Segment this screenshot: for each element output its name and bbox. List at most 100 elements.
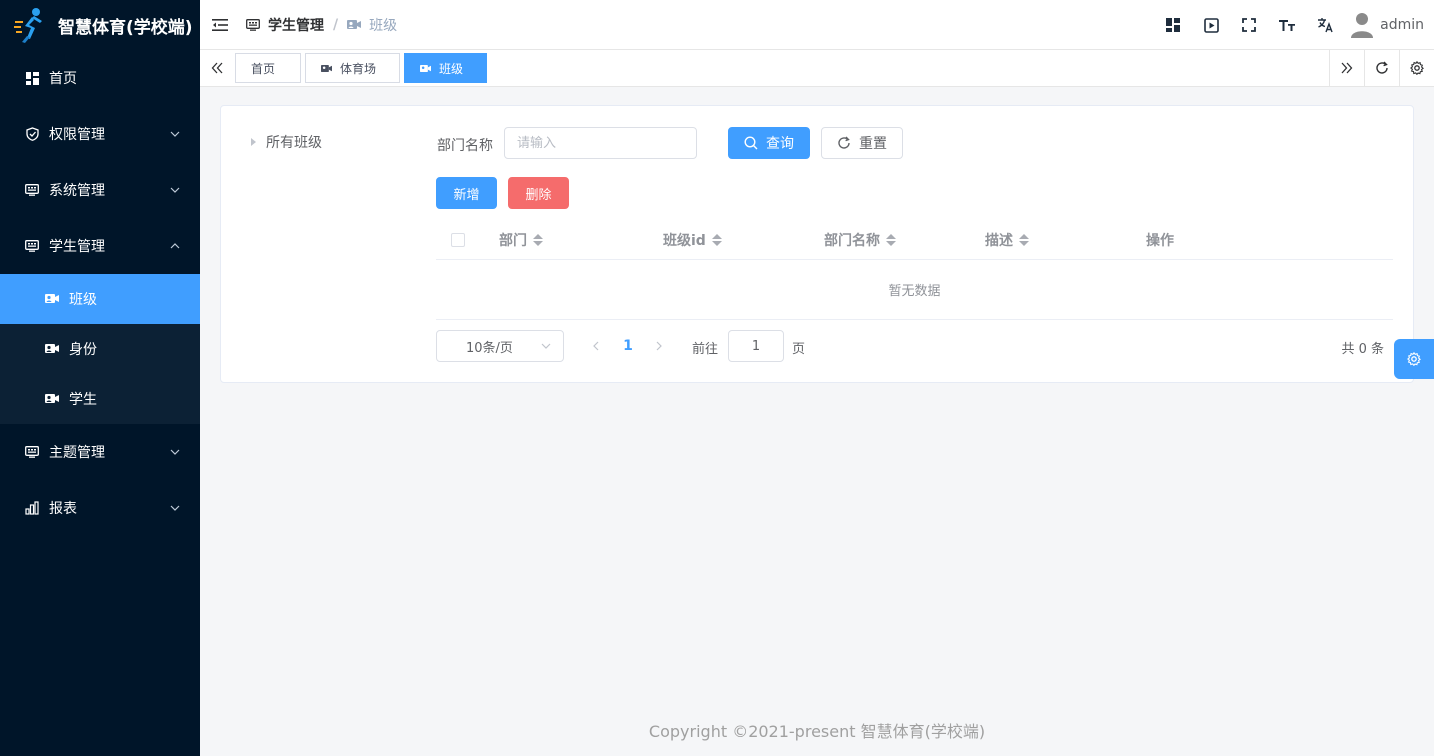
goto-suffix: 页	[792, 342, 806, 357]
sort-caret-icon[interactable]	[711, 233, 722, 247]
tag-class[interactable]: 班级	[404, 53, 487, 83]
page-number-current[interactable]: 1	[618, 330, 638, 362]
video-icon	[45, 393, 59, 405]
layout-icon[interactable]	[1154, 0, 1192, 50]
user-dropdown[interactable]: admin	[1350, 12, 1424, 38]
column-label: 部门名称	[824, 233, 880, 249]
goto-label: 前往	[692, 342, 719, 357]
sidebar-item-label: 身份	[69, 342, 97, 358]
table-empty-row: 暂无数据	[436, 260, 1393, 320]
video-icon	[420, 64, 431, 73]
sort-caret-icon[interactable]	[886, 233, 896, 247]
sidebar-item-label: 主题管理	[49, 445, 105, 461]
sidebar-item-students[interactable]: 学生管理	[0, 218, 200, 274]
logo[interactable]: 智慧体育(学校端)	[0, 0, 200, 50]
add-button[interactable]: 新增	[436, 177, 497, 209]
navbar: 学生管理 / 班级 admin	[200, 0, 1434, 50]
fullscreen-icon[interactable]	[1230, 0, 1268, 50]
column-label: 操作	[1146, 233, 1174, 249]
breadcrumb-separator: /	[333, 16, 339, 33]
play-icon[interactable]	[1192, 0, 1230, 50]
tag-home[interactable]: 首页	[235, 53, 301, 83]
sidebar-item-reports[interactable]: 报表	[0, 480, 200, 536]
translate-icon[interactable]	[1306, 0, 1344, 50]
tree-node-label: 所有班级	[266, 135, 322, 151]
avatar	[1351, 13, 1374, 38]
username: admin	[1380, 17, 1424, 33]
prev-page-button[interactable]	[586, 330, 606, 362]
bar-chart-icon	[25, 501, 39, 515]
double-chevron-left-icon[interactable]	[200, 50, 234, 86]
search-button-label: 查询	[766, 136, 794, 152]
sidebar-item-system[interactable]: 系统管理	[0, 162, 200, 218]
reset-button[interactable]: 重置	[821, 127, 903, 159]
column-header-department-name[interactable]: 部门名称	[824, 220, 896, 260]
department-name-label: 部门名称	[437, 138, 493, 154]
search-button[interactable]: 查询	[728, 127, 810, 159]
refresh-icon[interactable]	[1364, 50, 1399, 86]
footer-copyright: Copyright ©2021-present 智慧体育(学校端)	[648, 722, 986, 741]
select-all-checkbox[interactable]	[451, 233, 465, 247]
column-header-actions: 操作	[1146, 220, 1174, 260]
gear-icon[interactable]	[1399, 50, 1434, 86]
class-table: 部门 班级id 部门名称 描述 操作 暂无数据	[436, 220, 1393, 320]
sort-caret-icon[interactable]	[1019, 233, 1029, 247]
breadcrumb-item-class: 班级	[347, 15, 397, 35]
sidebar-item-label: 系统管理	[49, 183, 105, 199]
column-header-department[interactable]: 部门	[499, 220, 543, 260]
sidebar-item-themes[interactable]: 主题管理	[0, 424, 200, 480]
next-page-button[interactable]	[649, 330, 669, 362]
monitor-icon	[25, 239, 39, 253]
chevron-down-icon	[170, 505, 180, 511]
font-size-icon[interactable]	[1268, 0, 1306, 50]
column-label: 班级id	[663, 233, 706, 249]
sidebar-item-label: 班级	[69, 292, 97, 308]
column-header-class-id[interactable]: 班级id	[663, 220, 722, 260]
sidebar-item-label: 首页	[49, 71, 77, 87]
delete-button[interactable]: 删除	[508, 177, 569, 209]
floating-settings-button[interactable]	[1394, 339, 1434, 379]
chevron-down-icon	[541, 343, 551, 349]
navbar-right-menu: admin	[1154, 0, 1434, 50]
tag-label: 体育场	[340, 61, 377, 76]
column-label: 部门	[499, 233, 527, 249]
double-chevron-right-icon[interactable]	[1329, 50, 1364, 86]
chevron-down-icon	[170, 131, 180, 137]
sidebar-item-permissions[interactable]: 权限管理	[0, 106, 200, 162]
sidebar-item-identity[interactable]: 身份	[0, 324, 200, 374]
monitor-icon	[25, 183, 39, 197]
sidebar-item-student[interactable]: 学生	[0, 374, 200, 424]
video-icon	[45, 293, 59, 305]
tag-label: 首页	[251, 61, 276, 76]
chevron-down-icon	[170, 187, 180, 193]
tags-controls	[1329, 50, 1434, 86]
submenu-students: 班级 身份 学生	[0, 274, 200, 424]
breadcrumb-label: 学生管理	[268, 17, 324, 34]
breadcrumb: 学生管理 / 班级	[246, 15, 397, 35]
sidebar-item-class[interactable]: 班级	[0, 274, 200, 324]
chevron-down-icon	[170, 449, 180, 455]
tree-node-all-classes[interactable]: 所有班级	[251, 132, 322, 152]
runner-logo-icon	[14, 8, 42, 43]
sidebar-item-label: 学生	[69, 392, 97, 408]
page-size-value: 10条/页	[466, 340, 513, 356]
gear-icon	[1407, 352, 1421, 366]
column-header-description[interactable]: 描述	[985, 220, 1029, 260]
tag-stadium[interactable]: 体育场	[305, 53, 400, 83]
sidebar-toggle-icon[interactable]	[210, 15, 230, 35]
refresh-icon	[837, 136, 851, 150]
goto-page-input[interactable]	[728, 330, 784, 362]
monitor-icon	[25, 445, 39, 459]
page-size-select[interactable]: 10条/页	[436, 330, 564, 362]
sidebar-item-home[interactable]: 首页	[0, 50, 200, 106]
breadcrumb-label: 班级	[369, 17, 398, 34]
breadcrumb-item-students[interactable]: 学生管理	[246, 15, 324, 35]
reset-button-label: 重置	[859, 136, 887, 152]
video-icon	[347, 19, 362, 31]
sidebar-item-label: 报表	[49, 501, 77, 517]
sort-caret-icon[interactable]	[533, 233, 543, 247]
app-title: 智慧体育(学校端)	[58, 17, 193, 38]
department-name-input[interactable]	[504, 127, 697, 159]
video-icon	[321, 64, 332, 73]
caret-right-icon[interactable]	[251, 138, 256, 146]
